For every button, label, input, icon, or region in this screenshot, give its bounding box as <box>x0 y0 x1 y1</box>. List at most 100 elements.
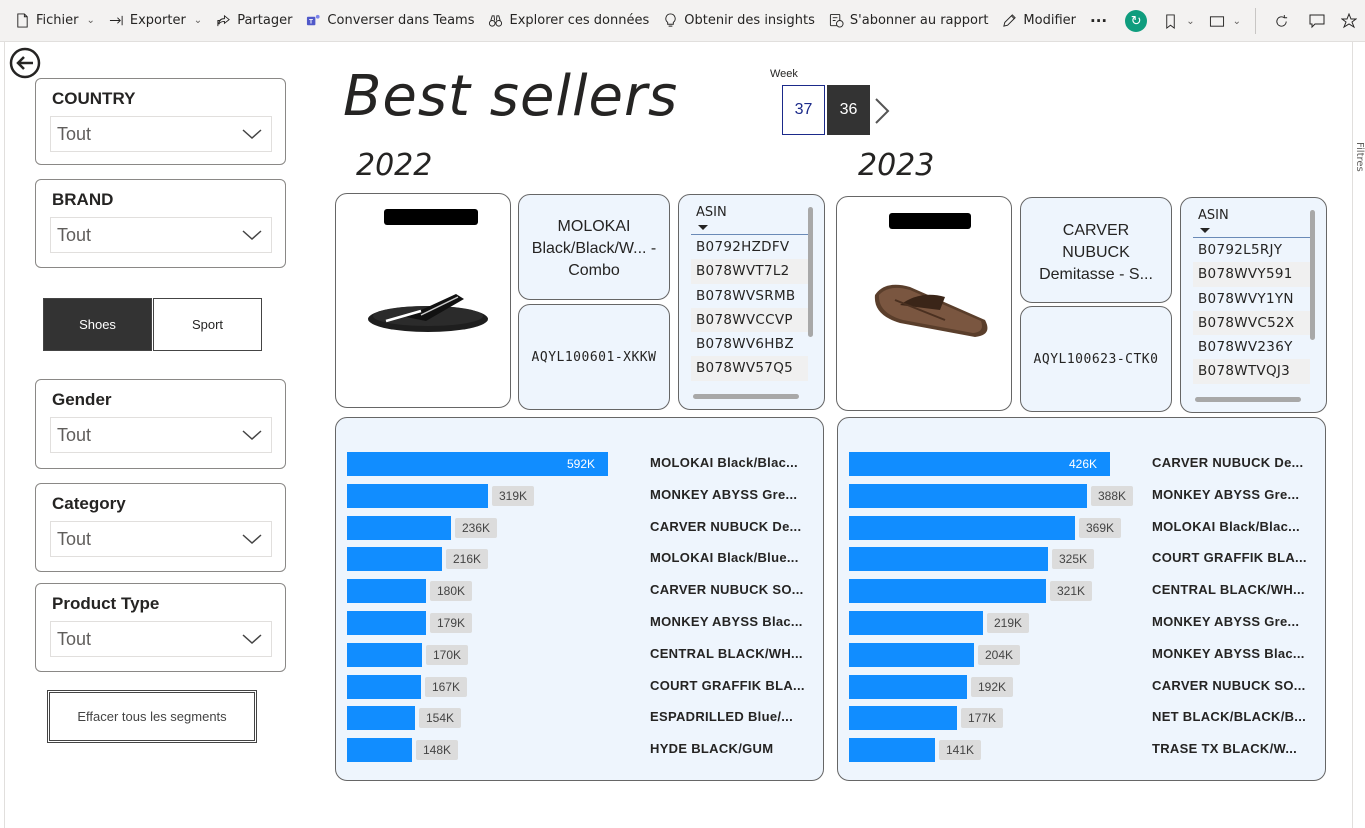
shoes-button[interactable]: Shoes <box>43 298 152 351</box>
share-label: Partager <box>237 13 293 28</box>
share-icon <box>217 14 231 27</box>
asin-row[interactable]: B078WVY591 <box>1193 262 1310 287</box>
bar-value-label: 426K <box>1069 457 1098 471</box>
sport-button[interactable]: Sport <box>153 298 262 351</box>
view-icon[interactable] <box>1209 14 1225 29</box>
bar[interactable] <box>849 642 974 667</box>
bar-chart-2022: 592K MOLOKAI Black/Blac... 319K MONKEY ABYS… <box>335 417 824 781</box>
gender-slicer: Gender Tout <box>35 379 286 469</box>
chevron-down-icon <box>242 230 262 241</box>
asin-row[interactable]: B0792L5RJY <box>1193 238 1310 262</box>
bar[interactable] <box>849 706 957 731</box>
bar[interactable] <box>849 738 935 763</box>
asin-header-label-2022: ASIN <box>696 205 727 220</box>
asin-table-card-2023: ASIN B0792L5RJY B078WVY591 B078WVY1YN B0… <box>1180 197 1327 413</box>
bar[interactable] <box>347 515 451 540</box>
star-icon[interactable] <box>1341 13 1357 29</box>
teams-button[interactable]: T Converser dans Teams <box>299 0 481 42</box>
vertical-scrollbar[interactable] <box>808 207 813 337</box>
bar-category-label: MONKEY ABYSS Gre... <box>1152 614 1300 629</box>
bar[interactable] <box>347 674 421 699</box>
bar-category-label: MOLOKAI Black/Blac... <box>1152 518 1300 534</box>
edit-button[interactable]: Modifier <box>995 0 1083 42</box>
more-options-button[interactable]: ··· <box>1083 0 1114 42</box>
bar[interactable] <box>347 642 422 667</box>
export-menu-label: Exporter <box>129 13 186 28</box>
pencil-icon <box>1003 14 1017 27</box>
country-dropdown-value: Tout <box>57 123 92 144</box>
asin-row[interactable]: B078WVSRMB <box>691 284 808 308</box>
asin-column-header-2023[interactable]: ASIN <box>1193 208 1310 238</box>
lightbulb-icon <box>665 13 676 27</box>
bar[interactable] <box>849 674 967 699</box>
horizontal-scrollbar[interactable] <box>693 394 799 399</box>
bar-value-label: 204K <box>978 644 1021 665</box>
country-dropdown[interactable]: Tout <box>50 116 272 152</box>
asin-row[interactable]: B078WVC52X <box>1193 310 1310 336</box>
asin-row[interactable]: B078WV57Q5 <box>691 356 808 381</box>
asin-row[interactable]: B078WVT7L2 <box>691 259 808 284</box>
asin-column-header-2022[interactable]: ASIN <box>691 205 808 235</box>
bar[interactable] <box>849 547 1048 572</box>
bar-category-label: MOLOKAI Black/Blue... <box>650 550 799 566</box>
bar[interactable] <box>347 738 412 763</box>
bar-value-label: 167K <box>425 676 468 697</box>
more-options-label: ··· <box>1090 11 1108 30</box>
get-insights-button[interactable]: Obtenir des insights <box>656 0 822 42</box>
back-arrow-icon[interactable] <box>9 47 41 79</box>
bar-category-label: CARVER NUBUCK De... <box>650 518 802 534</box>
asin-table-card-2022: ASIN B0792HZDFV B078WVT7L2 B078WVSRMB B0… <box>678 194 825 410</box>
chevron-down-icon[interactable]: ⌄ <box>1186 16 1194 27</box>
product-type-dropdown[interactable]: Tout <box>50 621 272 657</box>
filters-pane[interactable]: Filtres <box>1352 42 1365 828</box>
bar[interactable] <box>347 579 426 604</box>
chevron-down-icon[interactable]: ⌄ <box>1233 16 1241 27</box>
reload-icon[interactable] <box>1274 14 1289 29</box>
horizontal-scrollbar[interactable] <box>1195 397 1301 402</box>
teams-icon: T <box>307 14 321 25</box>
bar[interactable] <box>347 547 442 572</box>
bar[interactable] <box>347 706 415 731</box>
asin-row[interactable]: B078WV6HBZ <box>691 332 808 356</box>
brand-dropdown[interactable]: Tout <box>50 217 272 253</box>
chevron-down-icon <box>242 534 262 545</box>
week-37-button[interactable]: 37 <box>782 85 825 135</box>
share-button[interactable]: Partager <box>209 0 299 42</box>
bookmark-icon[interactable] <box>1163 13 1178 29</box>
asin-table-2023[interactable]: ASIN B0792L5RJY B078WVY591 B078WVY1YN B0… <box>1193 208 1310 398</box>
get-insights-label: Obtenir des insights <box>684 13 815 28</box>
bar-value-label: 170K <box>426 644 469 665</box>
bar[interactable] <box>849 611 983 635</box>
subscribe-button[interactable]: S'abonner au rapport <box>822 0 996 42</box>
vertical-scrollbar[interactable] <box>1310 210 1315 340</box>
product-code-card-2023: AQYL100623-CTK0 <box>1020 306 1172 412</box>
product-name-card-2023: CARVER NUBUCK Demitasse - S... <box>1020 197 1172 303</box>
redacted-brand-logo <box>889 213 971 229</box>
week-36-button[interactable]: 36 <box>827 85 870 135</box>
comment-icon[interactable] <box>1309 13 1325 29</box>
asin-row[interactable]: B078WTVQJ3 <box>1193 359 1310 384</box>
bar-value-label: 154K <box>419 708 462 729</box>
asin-row[interactable]: B078WV236Y <box>1193 335 1310 359</box>
refresh-icon[interactable]: ↻ <box>1125 10 1148 32</box>
bar-value-label: 179K <box>430 613 473 633</box>
bar[interactable] <box>849 515 1075 540</box>
bar[interactable] <box>849 579 1046 604</box>
week-36-label: 36 <box>839 101 858 118</box>
export-menu[interactable]: Exporter ⌄ <box>102 0 209 42</box>
clear-all-slicers-button[interactable]: Effacer tous les segments <box>47 690 257 743</box>
bar[interactable] <box>849 483 1087 508</box>
category-dropdown[interactable]: Tout <box>50 521 272 557</box>
asin-row[interactable]: B078WVCCVP <box>691 307 808 333</box>
bar[interactable] <box>347 611 426 635</box>
chevron-down-icon: ⌄ <box>86 15 95 26</box>
asin-row[interactable]: B078WVY1YN <box>1193 287 1310 311</box>
file-menu[interactable]: Fichier ⌄ <box>8 0 102 42</box>
gender-dropdown[interactable]: Tout <box>50 417 272 453</box>
bar[interactable] <box>347 483 488 508</box>
sort-desc-icon <box>698 225 708 230</box>
asin-row[interactable]: B0792HZDFV <box>691 235 808 259</box>
asin-table-2022[interactable]: ASIN B0792HZDFV B078WVT7L2 B078WVSRMB B0… <box>691 205 808 395</box>
explore-data-button[interactable]: Explorer ces données <box>481 0 656 42</box>
chevron-right-icon[interactable] <box>872 96 892 126</box>
